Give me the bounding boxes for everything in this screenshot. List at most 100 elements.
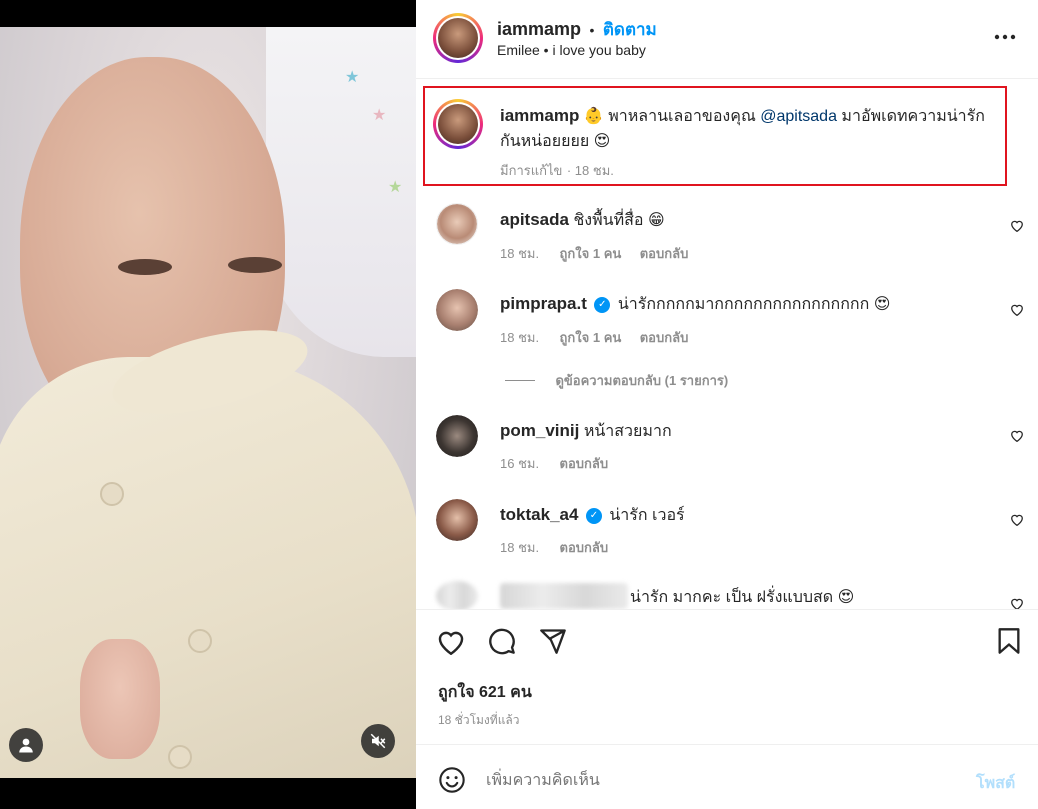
- muted-speaker-icon: [370, 733, 386, 749]
- like-comment-icon[interactable]: [1010, 303, 1024, 316]
- baby-onesie: [0, 357, 416, 778]
- view-replies-label[interactable]: ดูข้อความตอบกลับ (1 รายการ): [555, 373, 728, 388]
- star-decoration: ★: [372, 107, 387, 124]
- likes-count[interactable]: ถูกใจ 621 คน: [438, 680, 532, 705]
- comment-meta: 18 ชม. ตอบกลับ: [500, 537, 608, 558]
- header-dot: •: [589, 22, 595, 38]
- baby-eye: [228, 257, 282, 273]
- mute-button[interactable]: [361, 724, 395, 758]
- comment-divider: [416, 744, 1038, 745]
- comment-emoji: 😍: [873, 294, 891, 313]
- verified-badge-icon: ✓: [594, 296, 611, 313]
- comment-username[interactable]: pimprapa.t: [500, 294, 587, 313]
- reply-button[interactable]: ตอบกลับ: [560, 540, 609, 555]
- like-comment-icon[interactable]: [1010, 219, 1024, 232]
- comment-avatar[interactable]: [436, 499, 478, 541]
- onesie-snap: [100, 482, 124, 506]
- author-avatar[interactable]: [433, 13, 483, 63]
- view-replies-button[interactable]: ดูข้อความตอบกลับ (1 รายการ): [505, 370, 728, 391]
- author-username[interactable]: iammamp: [497, 19, 581, 39]
- comment-meta: 18 ชม. ถูกใจ 1 คน ตอบกลับ: [500, 243, 688, 264]
- share-button[interactable]: [536, 624, 570, 658]
- tagged-user-button[interactable]: [9, 728, 43, 762]
- comment-input[interactable]: [486, 768, 946, 794]
- comment-button[interactable]: [485, 624, 519, 658]
- comment-meta: 16 ชม. ตอบกลับ: [500, 453, 608, 474]
- user-icon: [19, 738, 33, 753]
- comment-likes[interactable]: ถูกใจ 1 คน: [560, 330, 622, 345]
- heart-icon: [438, 631, 464, 655]
- emoji-picker-button[interactable]: [436, 764, 468, 796]
- mention-link[interactable]: @apitsada: [760, 108, 837, 125]
- blurred-username: [500, 583, 628, 609]
- like-button[interactable]: [434, 624, 468, 658]
- onesie-snap: [168, 745, 192, 769]
- comment-username[interactable]: apitsada: [500, 210, 569, 229]
- heart-eyes-emoji: 😍: [593, 131, 611, 150]
- replies-line: [505, 380, 535, 382]
- follow-button[interactable]: ติดตาม: [603, 20, 657, 39]
- onesie-snap: [188, 629, 212, 653]
- comment-avatar[interactable]: [436, 203, 478, 245]
- caption-time: · 18 ชม.: [566, 163, 614, 178]
- comment-avatar[interactable]: [436, 415, 478, 457]
- comment-item: pom_vinij หน้าสวยมาก: [500, 419, 672, 444]
- comment-text: น่ารักกกกกมากกกกกกกกกกกกกกกก: [617, 296, 870, 313]
- comment-emoji: 😍: [837, 587, 855, 606]
- baby-fist: [80, 639, 160, 759]
- star-decoration: ★: [388, 179, 403, 196]
- like-comment-icon[interactable]: [1010, 429, 1024, 442]
- comment-meta: 18 ชม. ถูกใจ 1 คน ตอบกลับ: [500, 327, 688, 348]
- comment-text: น่ารัก เวอร์: [609, 507, 685, 524]
- caption-username[interactable]: iammamp: [500, 106, 579, 125]
- partial-comment-body: น่ารัก มากคะ เป็น ฝรั่งแบบสด 😍: [630, 585, 854, 609]
- comment-username[interactable]: pom_vinij: [500, 421, 579, 440]
- header-divider: [416, 78, 1038, 79]
- baby-eye: [118, 259, 172, 275]
- smiley-icon: [439, 767, 465, 793]
- comment-time: 18 ชม.: [500, 330, 540, 345]
- verified-badge-icon: ✓: [585, 507, 602, 524]
- caption-author-avatar[interactable]: [433, 99, 483, 149]
- comment-item: toktak_a4 ✓ น่ารัก เวอร์: [500, 503, 685, 528]
- comment-time: 18 ชม.: [500, 540, 540, 555]
- partial-comment: น่ารัก มากคะ เป็น ฝรั่งแบบสด 😍: [416, 575, 1038, 609]
- post-timestamp: 18 ชั่วโมงที่แล้ว: [438, 713, 520, 727]
- baby-emoji: 👶: [583, 106, 604, 125]
- comment-likes[interactable]: ถูกใจ 1 คน: [560, 246, 622, 261]
- actions-divider: [416, 609, 1038, 610]
- caption-body-start: พาหลานเลอาของคุณ: [608, 108, 756, 125]
- comment-emoji: 😁: [647, 210, 665, 229]
- comment-text: น่ารัก มากคะ เป็น ฝรั่งแบบสด: [630, 589, 834, 606]
- comment-username[interactable]: toktak_a4: [500, 505, 578, 524]
- reply-button[interactable]: ตอบกลับ: [640, 330, 689, 345]
- comment-text: หน้าสวยมาก: [583, 423, 672, 440]
- header-title-row: iammamp • ติดตาม: [497, 16, 657, 43]
- comment-time: 18 ชม.: [500, 246, 540, 261]
- comment-item: apitsada ชิงพื้นที่สื่อ 😁: [500, 208, 665, 233]
- star-decoration: ★: [345, 69, 360, 86]
- audio-track[interactable]: Emilee • i love you baby: [497, 42, 646, 58]
- post-sidebar: iammamp • ติดตาม Emilee • i love you bab…: [416, 0, 1038, 809]
- caption-text: iammamp 👶 พาหลานเลอาของคุณ @apitsada มาอ…: [500, 104, 1000, 154]
- post-comment-button[interactable]: โพสต์: [976, 771, 1015, 796]
- reply-button[interactable]: ตอบกลับ: [560, 456, 609, 471]
- bookmark-icon: [998, 628, 1020, 654]
- caption-meta: มีการแก้ไข · 18 ชม.: [500, 160, 614, 181]
- more-horizontal-icon: [994, 34, 1016, 40]
- save-button[interactable]: [992, 624, 1026, 658]
- more-options-button[interactable]: [990, 25, 1020, 49]
- comment-time: 16 ชม.: [500, 456, 540, 471]
- send-icon: [540, 629, 566, 654]
- comment-bubble-icon: [489, 628, 515, 655]
- edited-label: มีการแก้ไข: [500, 163, 563, 178]
- post-video[interactable]: ★ ★ ★: [0, 27, 416, 778]
- comment-text: ชิงพื้นที่สื่อ: [573, 212, 644, 229]
- blurred-avatar: [436, 581, 478, 609]
- post-media[interactable]: ★ ★ ★: [0, 0, 416, 809]
- reply-button[interactable]: ตอบกลับ: [640, 246, 689, 261]
- like-comment-icon[interactable]: [1010, 513, 1024, 526]
- like-comment-icon[interactable]: [1010, 597, 1024, 609]
- comment-item: pimprapa.t ✓ น่ารักกกกกมากกกกกกกกกกกกกกก…: [500, 292, 890, 317]
- comment-avatar[interactable]: [436, 289, 478, 331]
